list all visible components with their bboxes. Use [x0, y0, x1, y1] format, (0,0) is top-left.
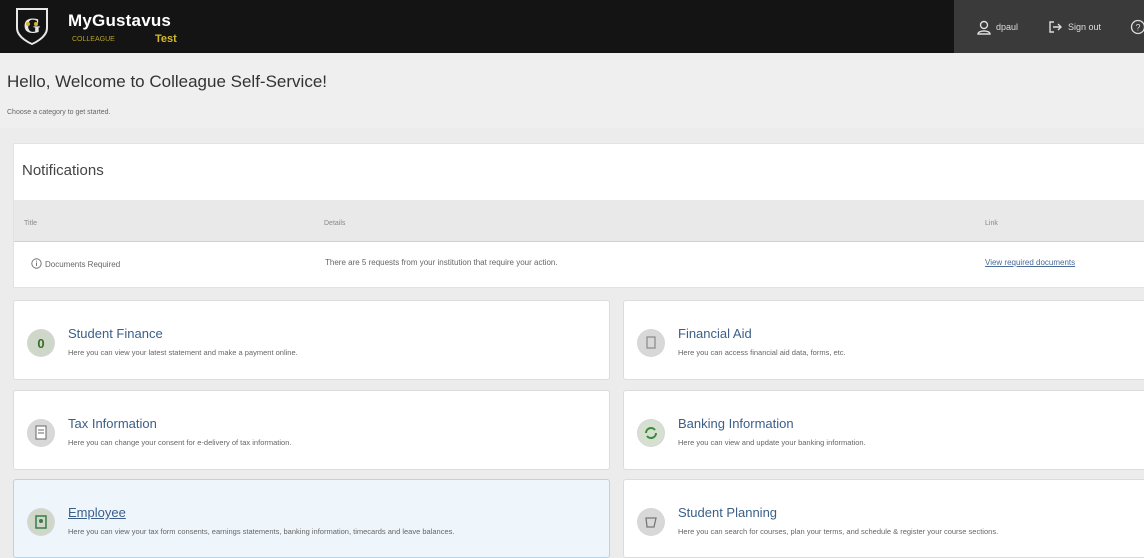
- sign-out-icon[interactable]: [1048, 20, 1063, 34]
- svg-text:?: ?: [1135, 23, 1140, 33]
- username-label[interactable]: dpaul: [996, 22, 1018, 32]
- tile-title: Student Planning: [678, 505, 778, 520]
- environment-label: Test: [155, 33, 177, 45]
- tile-banking-information[interactable]: Banking Information Here you can view an…: [623, 390, 1144, 470]
- column-header-title: Title: [24, 220, 37, 227]
- table-row: [14, 243, 1144, 287]
- brand-subtitle: COLLEAGUE: [72, 36, 115, 43]
- svg-text:G: G: [23, 13, 40, 38]
- bank-refresh-icon: [637, 419, 665, 447]
- tile-description: Here you can change your consent for e-d…: [68, 438, 292, 447]
- tile-title: Financial Aid: [678, 326, 752, 341]
- page-title: Hello, Welcome to Colleague Self-Service…: [7, 72, 327, 91]
- tile-title: Tax Information: [68, 416, 157, 431]
- user-icon[interactable]: [977, 20, 991, 35]
- notifications-title: Notifications: [22, 162, 104, 179]
- gustavus-shield-logo-icon[interactable]: G: [14, 6, 50, 46]
- tile-description: Here you can view your tax form consents…: [68, 527, 455, 536]
- page-subtitle: Choose a category to get started.: [7, 109, 111, 116]
- tile-description: Here you can view your latest statement …: [68, 348, 298, 357]
- document-icon: [637, 329, 665, 357]
- tile-description: Here you can view and update your bankin…: [678, 438, 866, 447]
- notifications-table-header: [14, 200, 1144, 242]
- planning-icon: [637, 508, 665, 536]
- tile-tax-information[interactable]: Tax Information Here you can change your…: [13, 390, 610, 470]
- tile-title: Employee: [68, 505, 126, 520]
- info-icon: [31, 258, 42, 269]
- notification-details: There are 5 requests from your instituti…: [325, 258, 558, 267]
- tile-description: Here you can search for courses, plan yo…: [678, 527, 999, 536]
- column-header-details: Details: [324, 220, 346, 227]
- notification-title: Documents Required: [45, 260, 121, 269]
- employee-badge-icon: [27, 508, 55, 536]
- sign-out-button[interactable]: Sign out: [1068, 22, 1101, 32]
- view-required-documents-link[interactable]: View required documents: [985, 258, 1075, 267]
- tile-student-finance[interactable]: 0 Student Finance Here you can view your…: [13, 300, 610, 380]
- brand-name[interactable]: MyGustavus: [68, 11, 171, 31]
- tile-employee[interactable]: Employee Here you can view your tax form…: [13, 479, 610, 558]
- tile-description: Here you can access financial aid data, …: [678, 348, 846, 357]
- column-header-link: Link: [985, 220, 998, 227]
- svg-text:0: 0: [37, 336, 44, 351]
- tax-form-icon: [27, 419, 55, 447]
- help-icon[interactable]: ?: [1130, 19, 1144, 35]
- tile-student-planning[interactable]: Student Planning Here you can search for…: [623, 479, 1144, 558]
- tile-title: Student Finance: [68, 326, 163, 341]
- dollar-icon: 0: [27, 329, 55, 357]
- tile-title: Banking Information: [678, 416, 794, 431]
- tile-financial-aid[interactable]: Financial Aid Here you can access financ…: [623, 300, 1144, 380]
